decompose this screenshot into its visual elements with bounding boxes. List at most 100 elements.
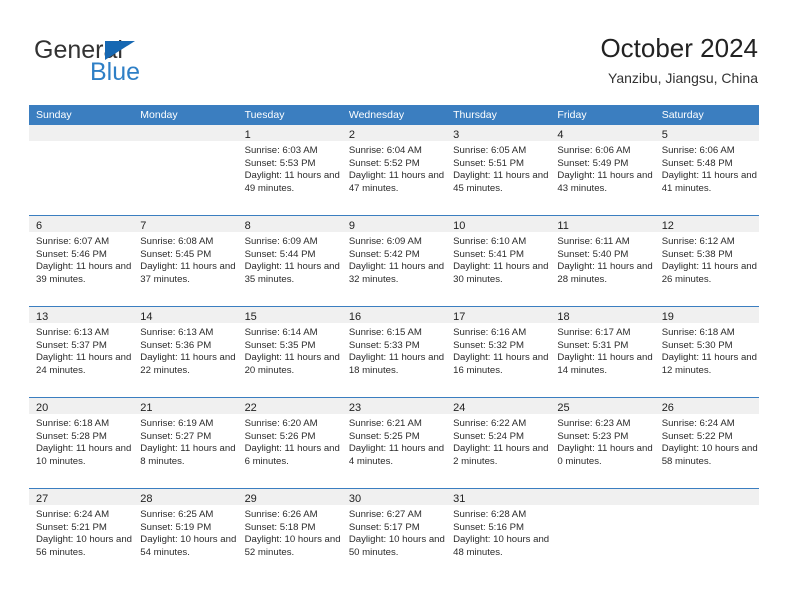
sunset-text: Sunset: 5:38 PM: [661, 248, 733, 260]
brand-logo-top-row: General: [34, 36, 274, 64]
sunrise-text: Sunrise: 6:15 AM: [348, 327, 422, 338]
sunrise-text: Sunrise: 6:09 AM: [244, 236, 318, 247]
sunrise-text: Sunrise: 6:28 AM: [453, 509, 527, 520]
daylight-text: Daylight: 11 hours and 43 minutes.: [557, 170, 653, 194]
calendar-day-cell[interactable]: 12 Sunrise: 6:12 AM Sunset: 5:38 PM Dayligh…: [654, 216, 759, 306]
calendar-day-cell[interactable]: 18 Sunrise: 6:17 AM Sunset: 5:31 PM Dayligh…: [550, 307, 655, 397]
calendar-day-cell[interactable]: 2 Sunrise: 6:04 AM Sunset: 5:52 PM Daylight…: [341, 125, 447, 215]
day-info: Sunrise: 6:18 AM Sunset: 5:28 PM Daylight:…: [29, 414, 133, 468]
daylight-text: Daylight: 11 hours and 8 minutes.: [140, 443, 236, 467]
calendar-day-cell[interactable]: 19 Sunrise: 6:18 AM Sunset: 5:30 PM Dayligh…: [654, 307, 759, 397]
day-info: Sunrise: 6:11 AM Sunset: 5:40 PM Daylight:…: [550, 232, 654, 286]
daylight-text: Daylight: 11 hours and 47 minutes.: [348, 170, 445, 194]
calendar-day-cell[interactable]: 9 Sunrise: 6:09 AM Sunset: 5:42 PM Daylight…: [341, 216, 447, 306]
day-number-band: 5: [654, 125, 759, 141]
day-number: 16: [348, 311, 362, 323]
day-number-band: 31: [446, 489, 551, 505]
day-number: 6: [36, 220, 43, 232]
sunrise-text: Sunrise: 6:18 AM: [36, 418, 110, 429]
sunrise-text: Sunrise: 6:06 AM: [661, 145, 735, 156]
brand-logo[interactable]: General Blue: [34, 36, 274, 90]
day-info: Sunrise: 6:23 AM Sunset: 5:23 PM Daylight:…: [550, 414, 654, 468]
calendar-day-cell[interactable]: 16 Sunrise: 6:15 AM Sunset: 5:33 PM Dayligh…: [341, 307, 447, 397]
day-number-band: 6: [29, 216, 134, 232]
day-number: 18: [557, 311, 570, 323]
day-info: Sunrise: 6:09 AM Sunset: 5:42 PM Daylight:…: [342, 232, 446, 286]
day-number: 19: [661, 311, 674, 323]
daylight-text: Daylight: 11 hours and 2 minutes.: [453, 443, 549, 467]
title-block: October 2024 Yanzibu, Jiangsu, China: [600, 32, 758, 88]
daylight-text: Daylight: 11 hours and 0 minutes.: [557, 443, 653, 467]
sunset-text: Sunset: 5:31 PM: [557, 339, 629, 351]
calendar-day-cell-empty: [29, 125, 134, 215]
calendar-day-cell[interactable]: 1 Sunrise: 6:03 AM Sunset: 5:53 PM Daylight…: [237, 125, 342, 215]
calendar-week-row: 20 Sunrise: 6:18 AM Sunset: 5:28 PM Dayligh…: [29, 397, 759, 488]
day-info: Sunrise: 6:14 AM Sunset: 5:35 PM Daylight:…: [238, 323, 342, 377]
sunset-text: Sunset: 5:40 PM: [557, 248, 629, 260]
day-info: Sunrise: 6:19 AM Sunset: 5:27 PM Daylight:…: [133, 414, 237, 468]
day-number-band: 16: [341, 307, 447, 323]
sunset-text: Sunset: 5:26 PM: [244, 430, 316, 442]
calendar-day-cell[interactable]: 23 Sunrise: 6:21 AM Sunset: 5:25 PM Dayligh…: [341, 398, 447, 488]
day-number: 21: [140, 402, 153, 414]
daylight-text: Daylight: 10 hours and 54 minutes.: [140, 534, 237, 558]
day-info: Sunrise: 6:13 AM Sunset: 5:37 PM Daylight:…: [29, 323, 133, 377]
calendar-day-cell[interactable]: 15 Sunrise: 6:14 AM Sunset: 5:35 PM Dayligh…: [237, 307, 342, 397]
calendar-day-cell[interactable]: 8 Sunrise: 6:09 AM Sunset: 5:44 PM Daylight…: [237, 216, 342, 306]
brand-name-blue: Blue: [90, 58, 141, 86]
page-title: October 2024: [600, 33, 758, 63]
calendar-day-cell[interactable]: 7 Sunrise: 6:08 AM Sunset: 5:45 PM Daylight…: [133, 216, 238, 306]
calendar-day-cell[interactable]: 4 Sunrise: 6:06 AM Sunset: 5:49 PM Daylight…: [550, 125, 655, 215]
sunset-text: Sunset: 5:48 PM: [661, 157, 733, 169]
day-number-band: 8: [237, 216, 342, 232]
sunrise-text: Sunrise: 6:22 AM: [453, 418, 527, 429]
calendar-day-cell[interactable]: 27 Sunrise: 6:24 AM Sunset: 5:21 PM Dayligh…: [29, 489, 134, 579]
day-number-band: 28: [133, 489, 238, 505]
calendar-day-cell[interactable]: 22 Sunrise: 6:20 AM Sunset: 5:26 PM Dayligh…: [237, 398, 342, 488]
calendar-day-cell[interactable]: 6 Sunrise: 6:07 AM Sunset: 5:46 PM Daylight…: [29, 216, 134, 306]
calendar-day-cell-empty: [550, 489, 655, 579]
sunset-text: Sunset: 5:41 PM: [453, 248, 525, 260]
day-info: Sunrise: 6:16 AM Sunset: 5:32 PM Daylight:…: [446, 323, 550, 377]
calendar-day-cell[interactable]: 24 Sunrise: 6:22 AM Sunset: 5:24 PM Dayligh…: [446, 398, 551, 488]
day-info: Sunrise: 6:28 AM Sunset: 5:16 PM Daylight:…: [446, 505, 550, 559]
calendar-day-cell[interactable]: 21 Sunrise: 6:19 AM Sunset: 5:27 PM Dayligh…: [133, 398, 238, 488]
calendar-day-cell[interactable]: 29 Sunrise: 6:26 AM Sunset: 5:18 PM Dayligh…: [237, 489, 342, 579]
calendar-week-row: 27 Sunrise: 6:24 AM Sunset: 5:21 PM Dayligh…: [29, 488, 759, 579]
sunset-text: Sunset: 5:49 PM: [557, 157, 629, 169]
page-header: General Blue October 2024 Yanzibu, Jiang…: [0, 0, 792, 100]
daylight-text: Daylight: 11 hours and 18 minutes.: [348, 352, 445, 376]
day-number: 28: [140, 493, 153, 505]
sunset-text: Sunset: 5:44 PM: [244, 248, 316, 260]
day-number-band: 24: [446, 398, 551, 414]
calendar-day-cell[interactable]: 13 Sunrise: 6:13 AM Sunset: 5:37 PM Dayligh…: [29, 307, 134, 397]
calendar-day-cell[interactable]: 28 Sunrise: 6:25 AM Sunset: 5:19 PM Dayligh…: [133, 489, 238, 579]
day-info: Sunrise: 6:24 AM Sunset: 5:21 PM Daylight:…: [29, 505, 133, 559]
day-number: 9: [348, 220, 355, 232]
day-number-band: 4: [550, 125, 655, 141]
sunset-text: Sunset: 5:30 PM: [661, 339, 733, 351]
day-number: 1: [244, 129, 251, 141]
sunset-text: Sunset: 5:17 PM: [348, 521, 420, 533]
calendar-day-cell[interactable]: 10 Sunrise: 6:10 AM Sunset: 5:41 PM Dayligh…: [446, 216, 551, 306]
calendar-day-cell[interactable]: 14 Sunrise: 6:13 AM Sunset: 5:36 PM Dayligh…: [133, 307, 238, 397]
sunset-text: Sunset: 5:28 PM: [36, 430, 107, 442]
day-number-band: [654, 489, 759, 505]
day-number: 13: [36, 311, 49, 323]
day-number: 31: [453, 493, 466, 505]
calendar-day-cell[interactable]: 5 Sunrise: 6:06 AM Sunset: 5:48 PM Daylight…: [654, 125, 759, 215]
sunrise-text: Sunrise: 6:18 AM: [661, 327, 735, 338]
calendar-day-cell[interactable]: 31 Sunrise: 6:28 AM Sunset: 5:16 PM Dayligh…: [446, 489, 551, 579]
calendar-day-cell[interactable]: 3 Sunrise: 6:05 AM Sunset: 5:51 PM Daylight…: [446, 125, 551, 215]
calendar-day-cell[interactable]: 25 Sunrise: 6:23 AM Sunset: 5:23 PM Dayligh…: [550, 398, 655, 488]
calendar-day-cell[interactable]: 30 Sunrise: 6:27 AM Sunset: 5:17 PM Dayligh…: [341, 489, 447, 579]
day-number: 30: [348, 493, 362, 505]
calendar-day-cell[interactable]: 26 Sunrise: 6:24 AM Sunset: 5:22 PM Dayligh…: [654, 398, 759, 488]
day-number: 7: [140, 220, 147, 232]
calendar-day-cell-empty: [654, 489, 759, 579]
calendar-day-cell[interactable]: 17 Sunrise: 6:16 AM Sunset: 5:32 PM Dayligh…: [446, 307, 551, 397]
day-number-band: 17: [446, 307, 551, 323]
calendar-day-cell[interactable]: 20 Sunrise: 6:18 AM Sunset: 5:28 PM Dayligh…: [29, 398, 134, 488]
sunset-text: Sunset: 5:46 PM: [36, 248, 107, 260]
calendar-day-cell[interactable]: 11 Sunrise: 6:11 AM Sunset: 5:40 PM Dayligh…: [550, 216, 655, 306]
